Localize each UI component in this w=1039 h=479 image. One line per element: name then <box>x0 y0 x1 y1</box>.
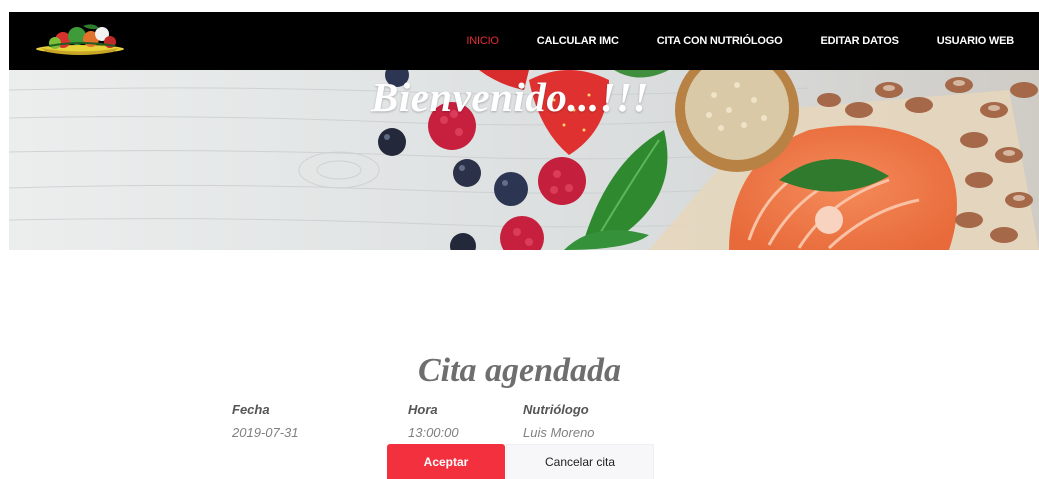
nav-link-usuario-web[interactable]: USUARIO WEB <box>937 35 1014 47</box>
appointment-title: Cita agendada <box>417 352 622 389</box>
fruit-basket-logo[interactable] <box>33 22 127 58</box>
page: INICIO CALCULAR IMC CITA CON NUTRIÓLOGO … <box>0 0 1039 479</box>
top-navbar: INICIO CALCULAR IMC CITA CON NUTRIÓLOGO … <box>9 12 1039 70</box>
nav-link-editar-datos[interactable]: EDITAR DATOS <box>820 35 898 47</box>
nav-link-inicio[interactable]: INICIO <box>466 35 499 47</box>
nutriologo-value: Luis Moreno <box>523 425 595 440</box>
cancel-appointment-button[interactable]: Cancelar cita <box>506 444 654 479</box>
accept-button[interactable]: Aceptar <box>387 444 505 479</box>
nav-link-cita-con-nutriologo[interactable]: CITA CON NUTRIÓLOGO <box>657 35 783 47</box>
fecha-value: 2019-07-31 <box>232 425 299 440</box>
nutriologo-label: Nutriólogo <box>523 402 589 417</box>
hero-banner: Bienvenido...!!! <box>9 70 1039 250</box>
fecha-label: Fecha <box>232 402 270 417</box>
hero-title: Bienvenido...!!! <box>371 74 649 120</box>
nav-links: INICIO CALCULAR IMC CITA CON NUTRIÓLOGO … <box>466 12 1039 70</box>
hora-label: Hora <box>408 402 438 417</box>
nav-link-calcular-imc[interactable]: CALCULAR IMC <box>537 35 619 47</box>
hora-value: 13:00:00 <box>408 425 459 440</box>
